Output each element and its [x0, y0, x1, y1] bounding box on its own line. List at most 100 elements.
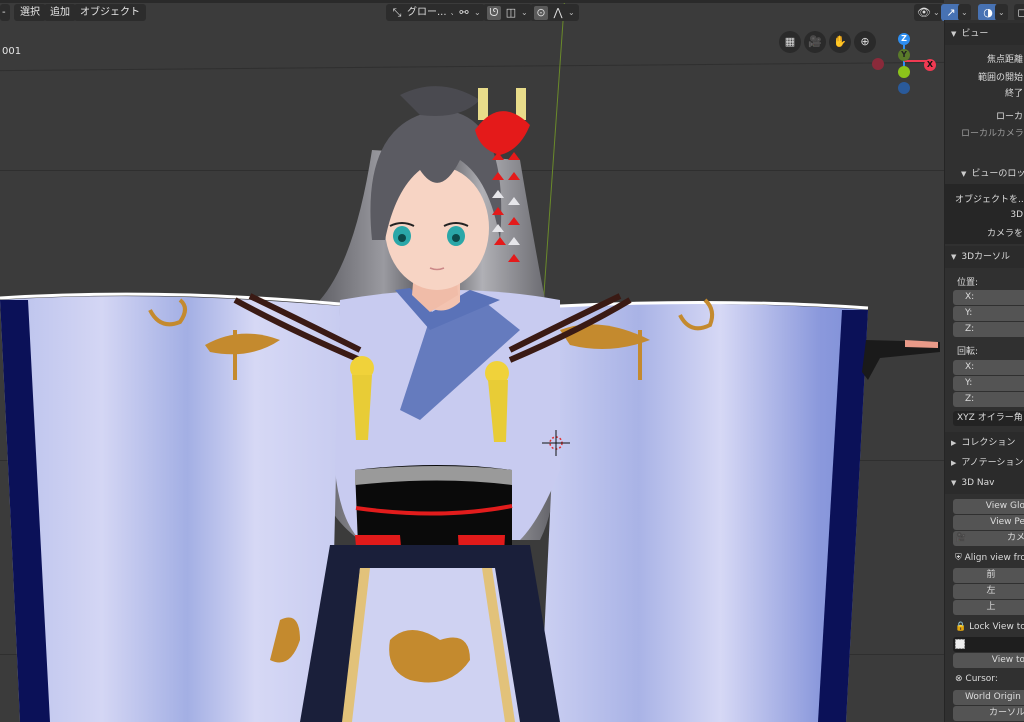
panel-title-collections: コレクション [961, 438, 1016, 448]
cursor-location-y-field[interactable]: Y: [953, 306, 1024, 321]
camera-icon: 🎥 [955, 533, 967, 543]
expand-icon: ▼ [961, 170, 967, 178]
grid-view-button[interactable]: ▦ [779, 31, 801, 53]
lock-view-label: 🔒 Lock View to [955, 622, 1024, 632]
chevron-down-icon: ⌄ [961, 8, 968, 17]
neg-x-axis-dot[interactable] [872, 58, 884, 70]
world-origin-button[interactable]: World Origin [953, 690, 1024, 705]
chevron-down-icon: ⌄ [521, 8, 528, 17]
view-to-button[interactable]: View to [953, 653, 1024, 668]
view-global-button[interactable]: View Glo [953, 499, 1024, 514]
view-perspective-button[interactable]: View Pe [953, 515, 1024, 530]
cursor-location-x-field[interactable]: X: [953, 290, 1024, 305]
camera-icon: 🎥 [808, 35, 822, 48]
panel-header-3d-nav[interactable]: ▼ 3D Nav [945, 472, 1024, 494]
snap-increment-icon[interactable]: ◫ [504, 6, 518, 20]
proportional-editing-icon[interactable]: ⊙ [534, 5, 548, 20]
viewport-header: - 選択 追加 オブジェクト ⤡ グロー... ⌄ ⚯ ⌄ ᘎ ◫ ⌄ ⊙ ⋀ … [0, 0, 944, 24]
hand-pan-icon: ✋ [833, 35, 847, 48]
expand-icon: ▼ [951, 30, 957, 38]
transform-orientation-value: グロー... [407, 7, 447, 18]
pivot-point-dropdown[interactable]: ⚯ ⌄ [453, 4, 485, 21]
focal-length-label: 焦点距離 [986, 55, 1023, 65]
xray-toggle-button[interactable]: ◻ [1014, 4, 1024, 21]
align-view-icon: ⛨ [955, 553, 962, 563]
select-menu-button[interactable]: 選択 [14, 4, 46, 21]
cursor-icon: ⊗ [955, 674, 963, 684]
xray-icon: ◻ [1017, 5, 1024, 19]
rotation-mode-dropdown[interactable]: XYZ オイラー角 [953, 411, 1024, 426]
gizmo-toggle-icon: ↗ [946, 5, 956, 19]
grid-view-icon: ▦ [784, 35, 796, 48]
header-strip [0, 0, 944, 3]
local-camera-sub-label: ローカルカメラ [961, 129, 1024, 139]
falloff-curve-icon[interactable]: ⋀ [551, 6, 565, 20]
panel-header-view[interactable]: ▼ ビュー [945, 23, 1024, 45]
lock-icon: 🔒 [955, 622, 967, 632]
overlay-icon: ◑ [983, 5, 993, 19]
z-axis-dot[interactable]: Z [898, 33, 910, 45]
panel-header-annotations[interactable]: ▶ アノテーション [945, 452, 1024, 474]
panel-title-3d-nav: 3D Nav [961, 478, 995, 488]
object-info-text: 001 [2, 46, 22, 57]
object-menu-button[interactable]: オブジェクト [74, 4, 146, 21]
cursor-rotation-y-field[interactable]: Y: [953, 376, 1024, 391]
collapse-icon: ▶ [951, 459, 957, 467]
add-menu-button[interactable]: 追加 [44, 4, 76, 21]
x-axis-dot[interactable]: X [924, 59, 936, 71]
cursor-rotation-x-field[interactable]: X: [953, 360, 1024, 375]
visibility-icon: 👁 [917, 5, 931, 19]
lock-view-object-field[interactable] [953, 637, 1024, 652]
panel-header-3d-cursor[interactable]: ▼ 3Dカーソル [945, 246, 1024, 268]
clip-start-label: 範囲の開始 [977, 73, 1023, 83]
expand-icon: ▼ [951, 479, 957, 487]
visibility-dropdown[interactable]: 👁 ⌄ [914, 4, 943, 21]
3d-viewport[interactable]: - 選択 追加 オブジェクト ⤡ グロー... ⌄ ⚯ ⌄ ᘎ ◫ ⌄ ⊙ ⋀ … [0, 0, 944, 722]
cursor-label: ⊗ Cursor: [955, 674, 998, 684]
collapse-icon: ▶ [951, 439, 957, 447]
neg-y-axis-dot[interactable] [898, 66, 910, 78]
transform-orientation-icon: ⤡ [392, 5, 402, 19]
location-label: 位置: [957, 278, 979, 288]
sidebar-panel: ▼ ビュー 焦点距離 範囲の開始 終了 ローカ ローカルカメラ ▼ ビューのロッ オ… [944, 20, 1024, 722]
cursor-to-button[interactable]: カーソル [953, 706, 1024, 721]
lock-camera-label: カメラを [986, 229, 1023, 239]
lock-3d-label: 3D [1010, 210, 1023, 220]
cursor-location-z-field[interactable]: Z: [953, 322, 1024, 337]
panel-header-view-lock[interactable]: ▼ ビューのロッ [945, 164, 1024, 184]
pan-view-button[interactable]: ✋ [829, 31, 851, 53]
panel-title-view: ビュー [961, 29, 989, 39]
panel-title-3d-cursor: 3Dカーソル [961, 252, 1011, 262]
transform-orientation-dropdown[interactable]: ⤡ グロー... ⌄ [386, 4, 461, 21]
gizmo-dropdown[interactable]: ⌄ [958, 4, 971, 21]
rotation-label: 回転: [957, 347, 979, 357]
camera-view-button[interactable]: 🎥 [804, 31, 826, 53]
snap-group[interactable]: ᘎ ◫ ⌄ [483, 4, 532, 21]
object-icon [955, 638, 965, 649]
top-view-button[interactable]: 上 [953, 600, 1024, 615]
neg-z-axis-dot[interactable] [898, 82, 910, 94]
camera-button[interactable]: 🎥 カメ [953, 531, 1024, 546]
proportional-group[interactable]: ⊙ ⋀ ⌄ [530, 4, 579, 21]
local-camera-label: ローカ [995, 112, 1023, 122]
clip-end-label: 終了 [1004, 89, 1023, 99]
character-model [0, 86, 940, 722]
left-view-button[interactable]: 左 [953, 584, 1024, 599]
panel-title-view-lock: ビューのロッ [971, 169, 1024, 179]
front-view-button[interactable]: 前 [953, 568, 1024, 583]
pivot-point-icon: ⚯ [459, 5, 469, 19]
align-view-label: ⛨ Align view fro [955, 553, 1024, 563]
camera-button-label: カメ [1006, 533, 1024, 543]
overlay-dropdown[interactable]: ⌄ [995, 4, 1008, 21]
cursor-rotation-z-field[interactable]: Z: [953, 392, 1024, 407]
y-axis-dot[interactable]: Y [898, 49, 910, 61]
snap-icon[interactable]: ᘎ [487, 5, 501, 20]
view-menu-button[interactable]: - [0, 4, 10, 21]
chevron-down-icon: ⌄ [998, 8, 1005, 17]
chevron-down-icon: ⌄ [474, 8, 481, 17]
navigation-gizmo[interactable]: Z Y X [860, 28, 944, 98]
panel-header-collections[interactable]: ▶ コレクション [945, 432, 1024, 454]
chevron-down-icon: ⌄ [568, 8, 575, 17]
chevron-down-icon: ⌄ [933, 8, 940, 17]
panel-title-annotations: アノテーション [961, 458, 1024, 468]
